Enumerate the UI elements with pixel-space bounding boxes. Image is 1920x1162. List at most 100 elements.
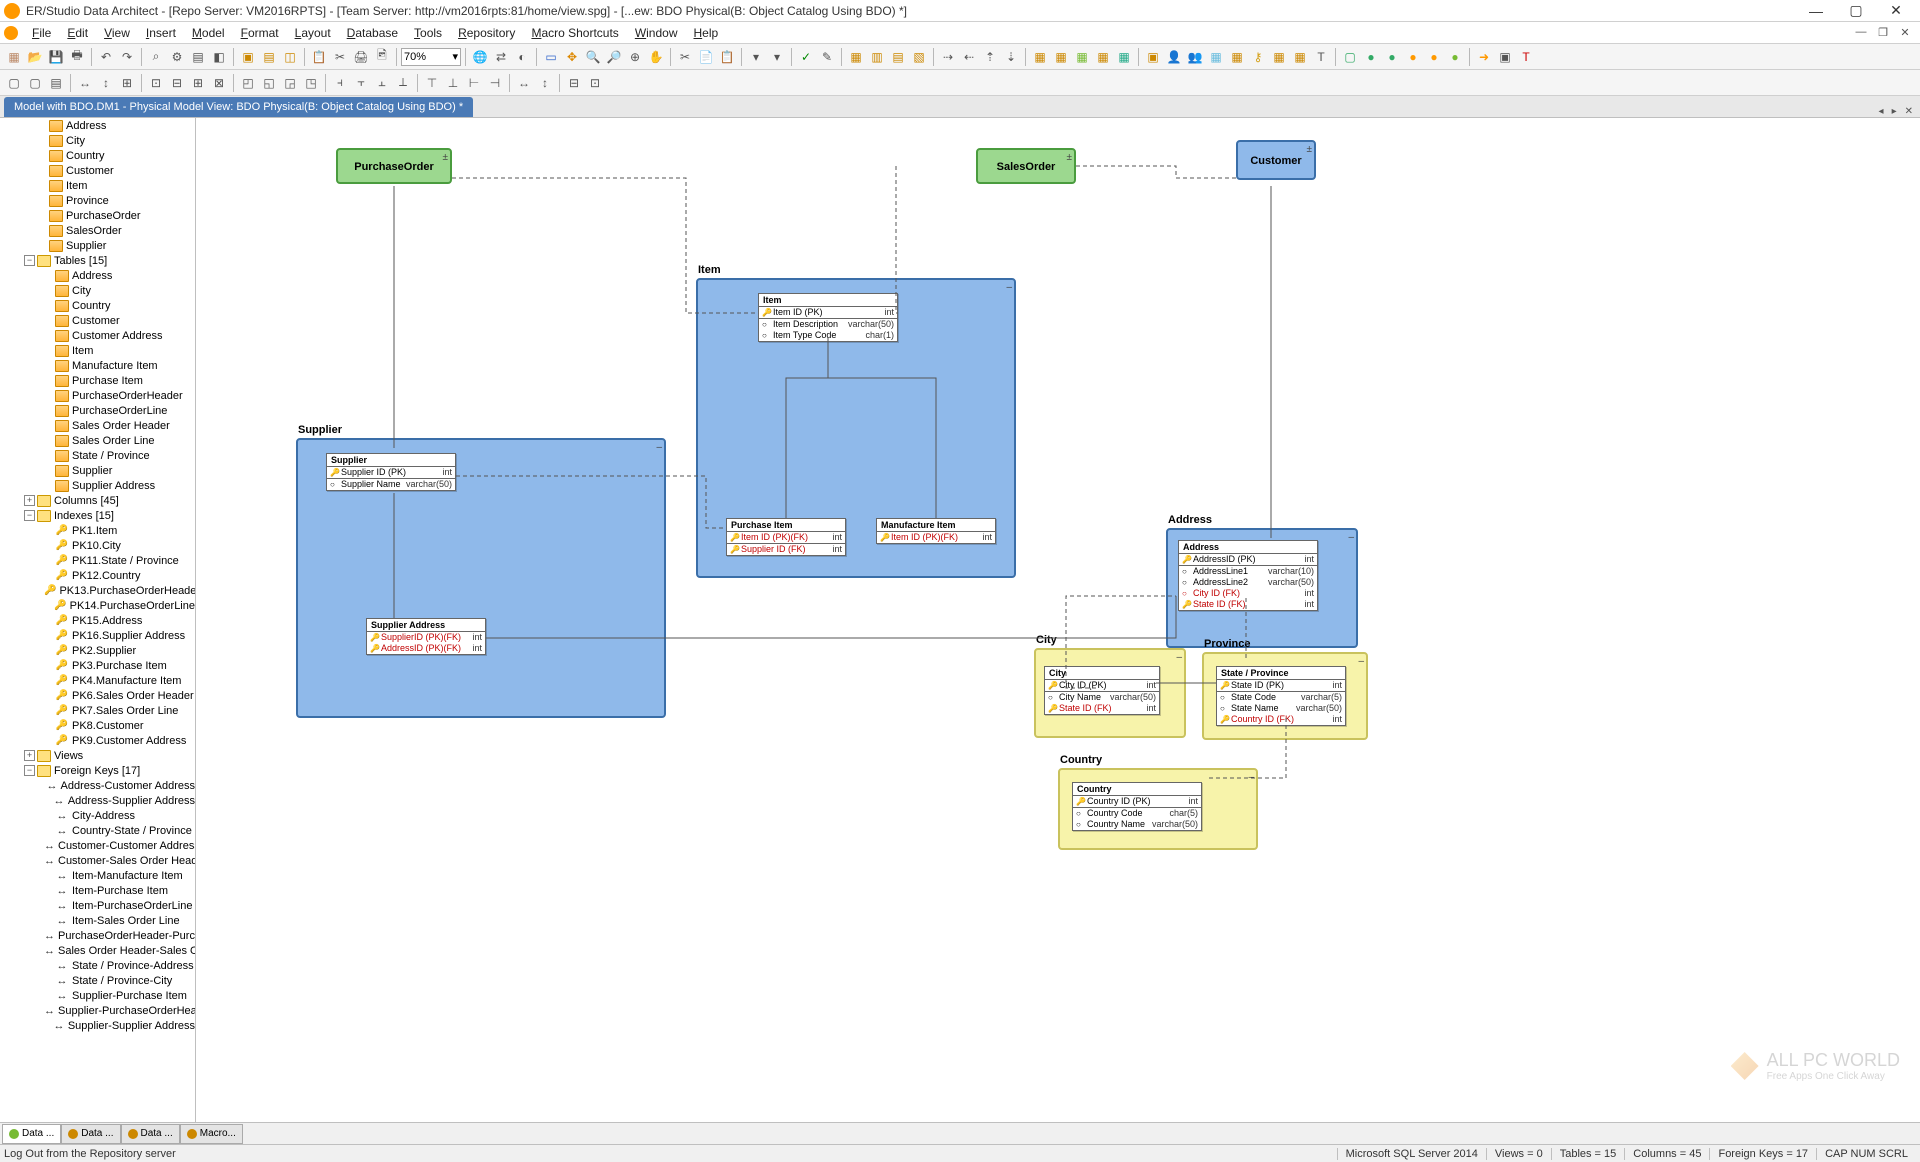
twisty-icon[interactable] (36, 180, 47, 191)
document-tab[interactable]: Model with BDO.DM1 - Physical Model View… (4, 97, 473, 117)
entity-icon[interactable]: ▤ (259, 47, 279, 67)
al7-icon[interactable]: ⊢ (464, 73, 484, 93)
tree-node[interactable]: ↔ PurchaseOrderHeader-Purcha (0, 928, 195, 943)
tree-node[interactable]: 🔑 PK16.Supplier Address (0, 628, 195, 643)
a8-icon[interactable]: ⊟ (167, 73, 187, 93)
tree-node[interactable]: SalesOrder (0, 223, 195, 238)
a10-icon[interactable]: ⊠ (209, 73, 229, 93)
tree-node[interactable]: PurchaseOrderLine (0, 403, 195, 418)
menu-help[interactable]: Help (686, 24, 727, 42)
twisty-icon[interactable] (36, 120, 47, 131)
edit-icon[interactable]: ✎ (817, 47, 837, 67)
bdo-purchase-order[interactable]: PurchaseOrder ± (336, 148, 452, 184)
new-icon[interactable]: ▦ (4, 47, 24, 67)
sidebar-tab[interactable]: Data ... (2, 1124, 61, 1144)
refresh-icon[interactable]: ◐ (512, 47, 532, 67)
db1-icon[interactable]: ▦ (1030, 47, 1050, 67)
expand-icon[interactable]: ± (1067, 152, 1073, 163)
tree-node[interactable]: 🔑 PK7.Sales Order Line (0, 703, 195, 718)
shape2-icon[interactable]: ● (1361, 47, 1381, 67)
panel-icon[interactable]: ◧ (209, 47, 229, 67)
grid-icon[interactable]: ▤ (188, 47, 208, 67)
menu-insert[interactable]: Insert (138, 24, 184, 42)
collapse-icon[interactable]: – (1006, 282, 1012, 293)
open-icon[interactable]: 📂 (25, 47, 45, 67)
menu-window[interactable]: Window (627, 24, 686, 42)
tree-node[interactable]: 🔑 PK6.Sales Order Header (0, 688, 195, 703)
text2-icon[interactable]: T (1516, 47, 1536, 67)
shape1-icon[interactable]: ▢ (1340, 47, 1360, 67)
twisty-icon[interactable] (42, 810, 53, 821)
undo-icon[interactable]: ↶ (96, 47, 116, 67)
tree-node[interactable]: Item (0, 343, 195, 358)
tree-node[interactable]: 🔑 PK13.PurchaseOrderHeader (0, 583, 195, 598)
twisty-icon[interactable] (36, 150, 47, 161)
menu-model[interactable]: Model (184, 24, 233, 42)
key-icon[interactable]: ⚷ (1248, 47, 1268, 67)
tree-node[interactable]: 🔑 PK11.State / Province (0, 553, 195, 568)
copy-icon[interactable]: 📄 (696, 47, 716, 67)
twisty-icon[interactable] (42, 345, 53, 356)
tab-prev[interactable]: ◂ (1876, 106, 1887, 117)
db3-icon[interactable]: ▦ (1072, 47, 1092, 67)
twisty-icon[interactable] (42, 285, 53, 296)
collapse-icon[interactable]: – (1248, 772, 1254, 783)
twisty-icon[interactable] (42, 525, 53, 536)
gear-icon[interactable]: ⚙ (167, 47, 187, 67)
twisty-icon[interactable] (42, 690, 53, 701)
tree-node[interactable]: + Columns [45] (0, 493, 195, 508)
sp1-icon[interactable]: ↔ (514, 73, 534, 93)
twisty-icon[interactable] (42, 540, 53, 551)
tree-node[interactable]: ↔ City-Address (0, 808, 195, 823)
al2-icon[interactable]: ⫟ (351, 73, 371, 93)
twisty-icon[interactable] (42, 900, 53, 911)
a2-icon[interactable]: ▢ (25, 73, 45, 93)
tree-node[interactable]: − Tables [15] (0, 253, 195, 268)
tree-node[interactable]: + Views (0, 748, 195, 763)
a9-icon[interactable]: ⊞ (188, 73, 208, 93)
layout1-icon[interactable]: ▦ (846, 47, 866, 67)
tree-node[interactable]: Address (0, 118, 195, 133)
tree-node[interactable]: 🔑 PK14.PurchaseOrderLine (0, 598, 195, 613)
shape4-icon[interactable]: ● (1403, 47, 1423, 67)
twisty-icon[interactable]: + (24, 495, 35, 506)
tree-node[interactable]: ↔ Supplier-Purchase Item (0, 988, 195, 1003)
twisty-icon[interactable] (42, 885, 53, 896)
expand-icon[interactable]: ± (443, 152, 449, 163)
sidebar-tab[interactable]: Macro... (180, 1124, 243, 1144)
find-icon[interactable]: ⌕ (146, 47, 166, 67)
mdi-minimize[interactable]: — (1850, 26, 1872, 39)
cut2-icon[interactable]: ✂ (675, 47, 695, 67)
tree-node[interactable]: 🔑 PK8.Customer (0, 718, 195, 733)
a14-icon[interactable]: ◳ (301, 73, 321, 93)
rel2-icon[interactable]: ⇠ (959, 47, 979, 67)
menu-view[interactable]: View (96, 24, 138, 42)
obj4-icon[interactable]: ▦ (1269, 47, 1289, 67)
twisty-icon[interactable] (42, 480, 53, 491)
paste2-icon[interactable]: 📋 (717, 47, 737, 67)
twisty-icon[interactable] (42, 915, 53, 926)
twisty-icon[interactable] (42, 405, 53, 416)
entity-purchase-item[interactable]: Purchase Item 🔑Item ID (PK)(FK)int 🔑Supp… (726, 518, 846, 556)
tree-node[interactable]: ↔ Customer-Sales Order Header (0, 853, 195, 868)
box-icon[interactable]: ▣ (1495, 47, 1515, 67)
sidebar-tab[interactable]: Data ... (121, 1124, 180, 1144)
tree-node[interactable]: − Indexes [15] (0, 508, 195, 523)
mdi-restore[interactable]: ❐ (1872, 26, 1894, 39)
table-icon[interactable]: ▣ (238, 47, 258, 67)
layout2-icon[interactable]: ▥ (867, 47, 887, 67)
twisty-icon[interactable] (36, 225, 47, 236)
a4-icon[interactable]: ↔ (75, 73, 95, 93)
check-icon[interactable]: ✓ (796, 47, 816, 67)
twisty-icon[interactable] (36, 195, 47, 206)
twisty-icon[interactable] (36, 165, 47, 176)
tab-close[interactable]: ✕ (1902, 106, 1916, 117)
twisty-icon[interactable] (42, 870, 53, 881)
tree-node[interactable]: ↔ Item-PurchaseOrderLine (0, 898, 195, 913)
twisty-icon[interactable] (42, 795, 51, 806)
menu-repository[interactable]: Repository (450, 24, 523, 42)
tree-node[interactable]: Province (0, 193, 195, 208)
arrow-icon[interactable]: ➜ (1474, 47, 1494, 67)
twisty-icon[interactable] (42, 675, 53, 686)
tree-node[interactable]: 🔑 PK10.City (0, 538, 195, 553)
